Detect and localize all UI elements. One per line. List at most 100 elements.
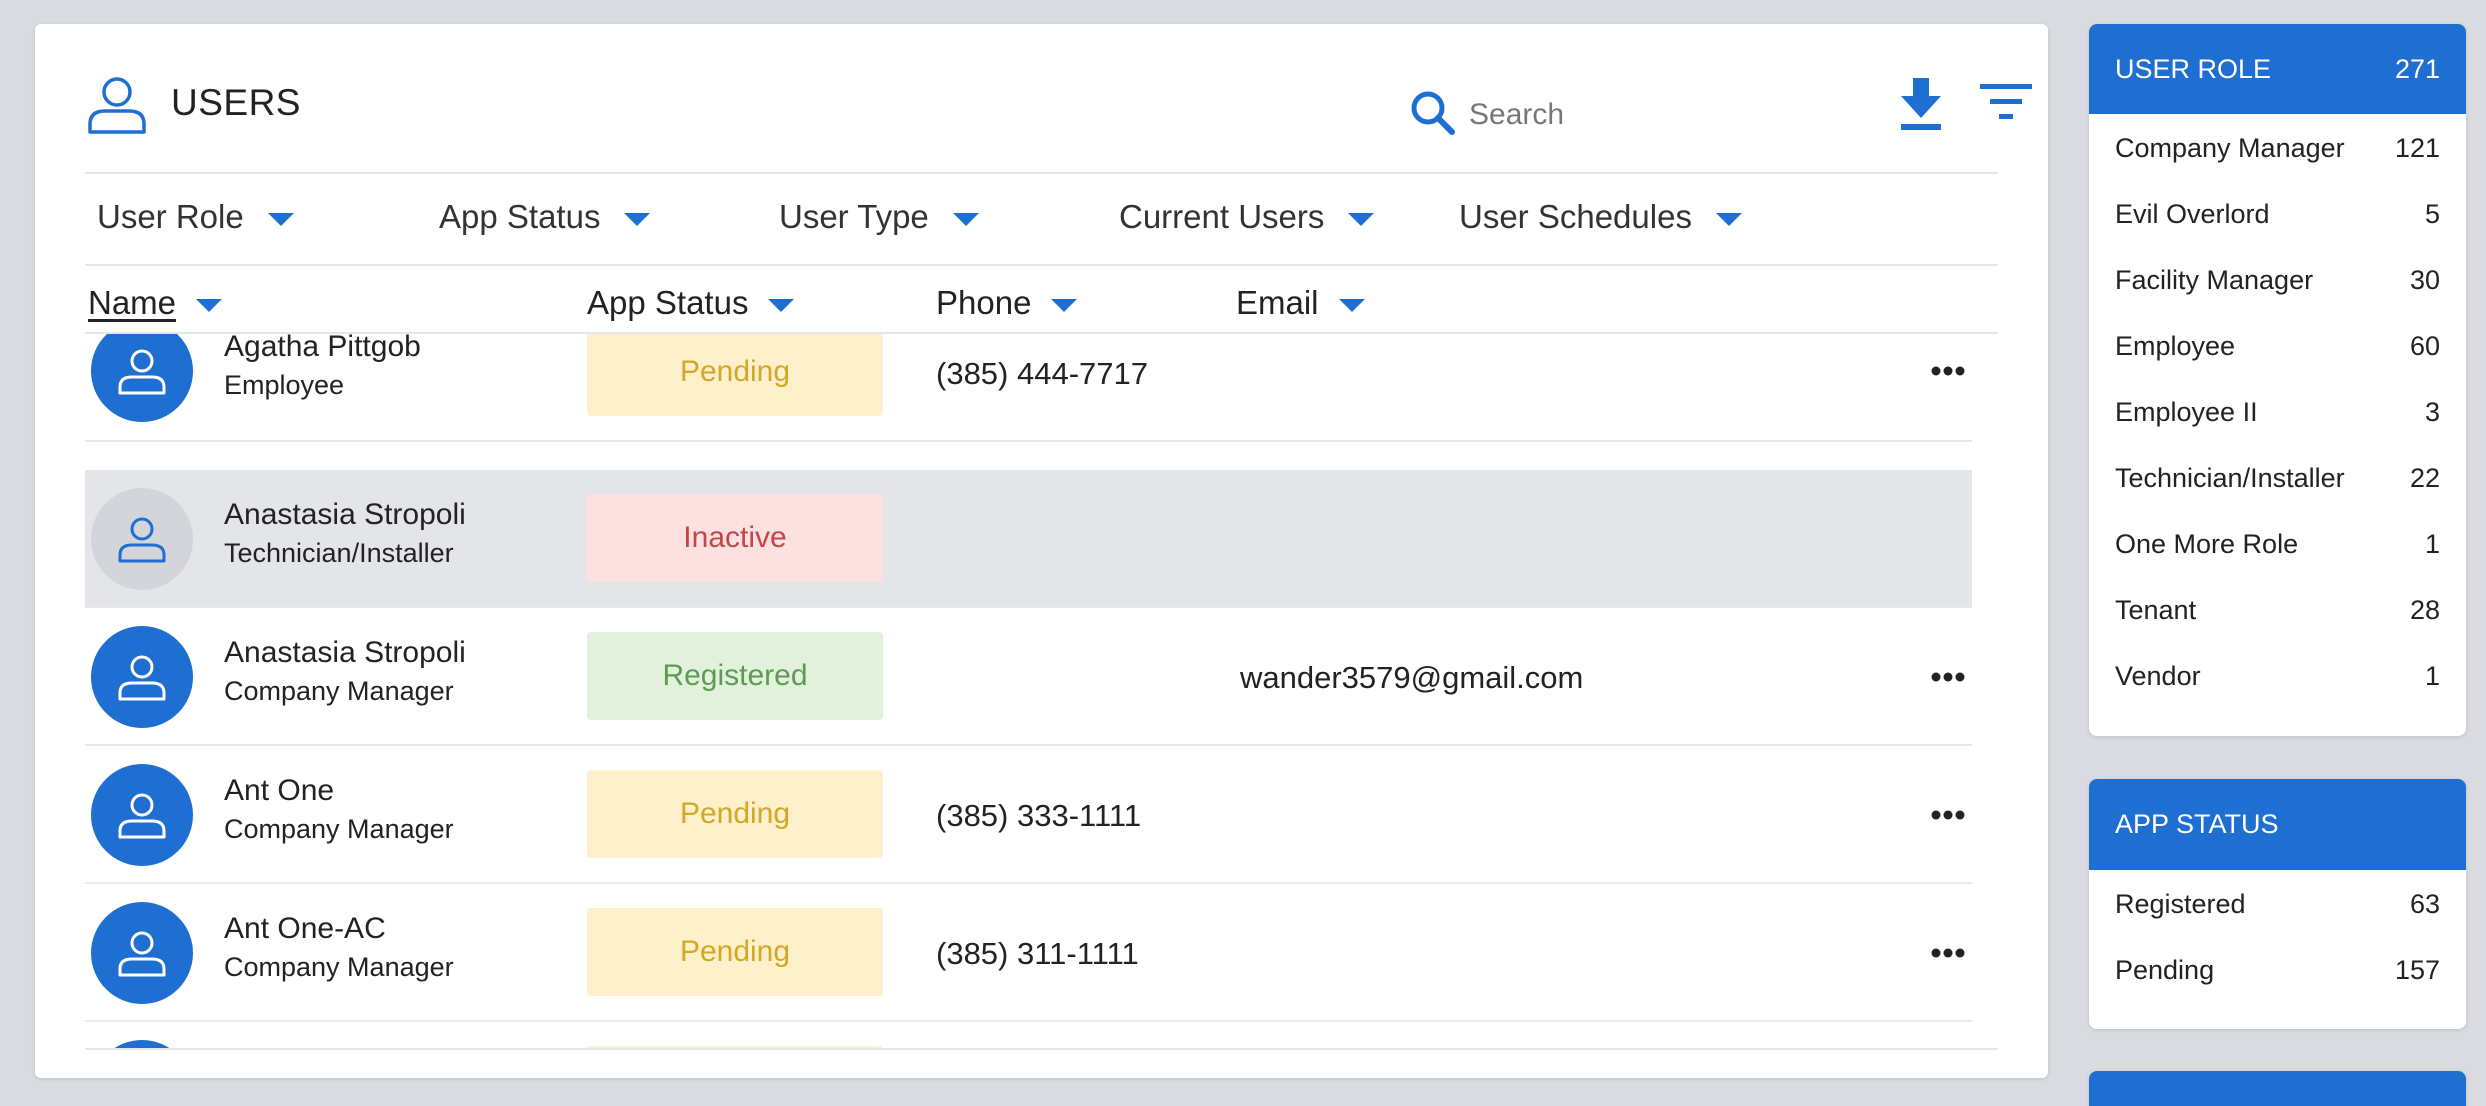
user-role-header: USER ROLE 271: [2089, 24, 2466, 114]
app-status-count: 63: [2409, 888, 2440, 919]
app-status-panel: APP STATUS Registered 63 Pending 157: [2089, 779, 2466, 1029]
user-role-item[interactable]: Evil Overlord 5: [2089, 181, 2466, 247]
users-table: Agatha Pittgob Employee Pending (385) 44…: [85, 334, 1998, 1049]
sort-caret-icon: [1338, 298, 1365, 312]
user-role-panel: USER ROLE 271 Company Manager 121 Evil Ov…: [2089, 24, 2466, 736]
user-role-item[interactable]: Tenant 28: [2089, 577, 2466, 643]
filter-label: App Status: [439, 198, 601, 235]
user-role-count: 30: [2409, 264, 2440, 295]
filter-user-schedules[interactable]: User Schedules: [1459, 198, 1742, 236]
users-panel: USERS User Role App Status User Type Cur…: [35, 24, 2048, 1078]
filter-bar: User Role App Status User Type Current U…: [85, 174, 1998, 260]
column-name[interactable]: Name: [88, 284, 223, 322]
filter-label: User Schedules: [1459, 198, 1692, 235]
user-role-count: 1: [2424, 660, 2440, 691]
avatar: [91, 334, 193, 422]
caret-down-icon: [1348, 212, 1375, 226]
user-icon: [88, 77, 146, 134]
page-title: USERS: [171, 82, 301, 123]
user-role-item[interactable]: Technician/Installer 22: [2089, 445, 2466, 511]
user-role-label: Company Manager: [2115, 132, 2345, 163]
filter-current-users[interactable]: Current Users: [1119, 198, 1375, 236]
column-label: App Status: [587, 284, 749, 321]
user-role-label: Vendor: [2115, 660, 2201, 691]
row-name: Ant One-AC: [224, 912, 386, 945]
person-icon: [118, 349, 166, 395]
caret-down-icon: [1715, 212, 1742, 226]
filter-icon[interactable]: [1978, 82, 2034, 122]
user-role-total: 271: [2394, 53, 2440, 84]
table-row[interactable]: Anastasia Stropoli Technician/Installer …: [85, 470, 1972, 608]
user-role-item[interactable]: One More Role 1: [2089, 511, 2466, 577]
caret-down-icon: [952, 212, 979, 226]
user-role-item[interactable]: Employee II 3: [2089, 379, 2466, 445]
status-badge: Inactive: [587, 494, 883, 582]
app-status-label: Pending: [2115, 954, 2215, 985]
status-badge: Pending: [587, 334, 883, 416]
column-app-status[interactable]: App Status: [587, 284, 795, 322]
table-row[interactable]: Ant One-AC Company Manager Pending (385)…: [85, 884, 1972, 1022]
row-role: Technician/Installer: [224, 538, 454, 568]
person-icon: [118, 793, 166, 839]
user-role-count: 121: [2394, 132, 2440, 163]
user-role-item[interactable]: Company Manager 121: [2089, 115, 2466, 181]
app-status-count: 157: [2394, 954, 2440, 985]
user-role-label: Employee II: [2115, 396, 2258, 427]
row-email: wander3579@gmail.com: [1240, 660, 1584, 695]
column-phone[interactable]: Phone: [936, 284, 1078, 322]
status-badge: Pending: [587, 770, 883, 858]
row-phone: (385) 444-7717: [936, 356, 1148, 391]
person-icon: [118, 517, 166, 563]
user-role-item[interactable]: Facility Manager 30: [2089, 247, 2466, 313]
avatar: [91, 764, 193, 866]
user-role-label: One More Role: [2115, 528, 2299, 559]
column-label: Email: [1236, 284, 1319, 321]
table-row[interactable]: [85, 1022, 1972, 1049]
app-status-item[interactable]: Registered 63: [2089, 871, 2466, 937]
user-role-count: 22: [2409, 462, 2440, 493]
user-role-label: Tenant: [2115, 594, 2197, 625]
user-role-label: Employee: [2115, 330, 2236, 361]
column-label: Phone: [936, 284, 1032, 321]
user-role-count: 28: [2409, 594, 2440, 625]
column-label: Name: [88, 284, 177, 321]
row-name: Agatha Pittgob: [224, 334, 421, 363]
table-row[interactable]: Ant One Company Manager Pending (385) 33…: [85, 746, 1972, 884]
app-status-title: APP STATUS: [2115, 809, 2279, 839]
table-bottom-divider: [85, 1048, 1998, 1050]
users-header: USERS: [85, 24, 2032, 172]
more-options-icon[interactable]: [1931, 366, 1965, 376]
filter-label: User Role: [97, 198, 244, 235]
search-icon[interactable]: [1408, 88, 1456, 136]
user-role-label: Technician/Installer: [2115, 462, 2345, 493]
table-row[interactable]: Agatha Pittgob Employee Pending (385) 44…: [85, 334, 1972, 442]
table-row[interactable]: Anastasia Stropoli Company Manager Regis…: [85, 608, 1972, 746]
status-badge: Registered: [587, 632, 883, 720]
more-options-icon[interactable]: [1931, 948, 1965, 958]
row-phone: (385) 311-1111: [936, 936, 1139, 971]
user-role-count: 60: [2409, 330, 2440, 361]
caret-down-icon: [624, 212, 651, 226]
filter-label: User Type: [779, 198, 929, 235]
filter-user-type[interactable]: User Type: [779, 198, 979, 236]
user-role-count: 1: [2424, 528, 2440, 559]
search-input[interactable]: [1467, 92, 1771, 138]
user-role-item[interactable]: Employee 60: [2089, 313, 2466, 379]
download-icon[interactable]: [1897, 76, 1945, 132]
filter-app-status[interactable]: App Status: [439, 198, 651, 236]
more-options-icon[interactable]: [1931, 672, 1965, 682]
row-phone: (385) 333-1111: [936, 798, 1142, 833]
avatar: [91, 902, 193, 1004]
user-role-item[interactable]: Vendor 1: [2089, 643, 2466, 709]
more-options-icon[interactable]: [1931, 810, 1965, 820]
row-role: Company Manager: [224, 952, 454, 982]
app-status-item[interactable]: Pending 157: [2089, 937, 2466, 1003]
avatar: [91, 488, 193, 590]
filter-user-role[interactable]: User Role: [97, 198, 294, 236]
user-role-label: Facility Manager: [2115, 264, 2314, 295]
caret-down-icon: [267, 212, 294, 226]
row-role: Company Manager: [224, 676, 454, 706]
column-email[interactable]: Email: [1236, 284, 1365, 322]
user-role-title: USER ROLE: [2115, 53, 2272, 84]
person-icon: [118, 931, 166, 977]
